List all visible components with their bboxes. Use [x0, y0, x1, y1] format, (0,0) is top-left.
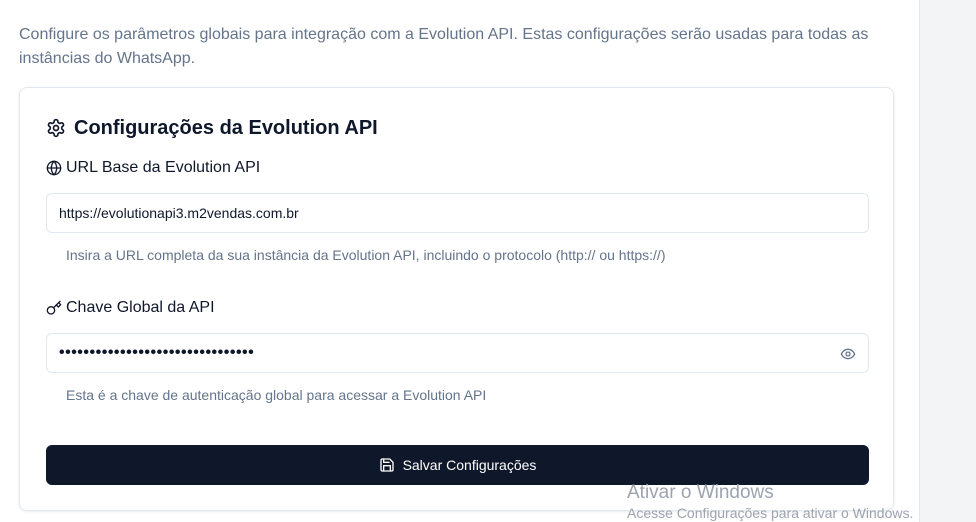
api-key-masked-value: •••••••••••••••••••••••••••••••• [59, 344, 255, 361]
api-key-field-help: Esta é a chave de autenticação global pa… [66, 387, 487, 403]
key-icon [46, 300, 62, 316]
url-input-value: https://evolutionapi3.m2vendas.com.br [59, 205, 299, 221]
api-key-field-label: Chave Global da API [46, 298, 215, 318]
evolution-api-settings-card: Configurações da Evolution API URL Base … [19, 87, 894, 511]
globe-icon [46, 160, 62, 176]
save-settings-button[interactable]: Salvar Configurações [46, 445, 869, 485]
save-icon [379, 457, 395, 473]
api-key-field-label-text: Chave Global da API [66, 299, 215, 316]
main-content: Configure os parâmetros globais para int… [0, 0, 919, 522]
url-input[interactable]: https://evolutionapi3.m2vendas.com.br [46, 193, 869, 233]
card-title: Configurações da Evolution API [46, 116, 378, 140]
save-settings-button-label: Salvar Configurações [402, 457, 537, 473]
url-field-label-text: URL Base da Evolution API [66, 159, 261, 176]
watermark-subtitle: Acesse Configurações para ativar o Windo… [627, 505, 914, 521]
url-field-label: URL Base da Evolution API [46, 158, 260, 178]
eye-icon[interactable] [840, 346, 856, 362]
watermark-title: Ativar o Windows [627, 482, 774, 503]
api-key-input[interactable]: •••••••••••••••••••••••••••••••• [46, 333, 869, 373]
url-field-help: Insira a URL completa da sua instância d… [66, 247, 666, 263]
page-description: Configure os parâmetros globais para int… [19, 26, 869, 67]
right-scroll-panel [919, 0, 976, 522]
card-title-text: Configurações da Evolution API [74, 116, 378, 139]
gear-icon [46, 118, 66, 138]
windows-activation-watermark: Ativar o Windows Acesse Configurações pa… [627, 482, 913, 522]
